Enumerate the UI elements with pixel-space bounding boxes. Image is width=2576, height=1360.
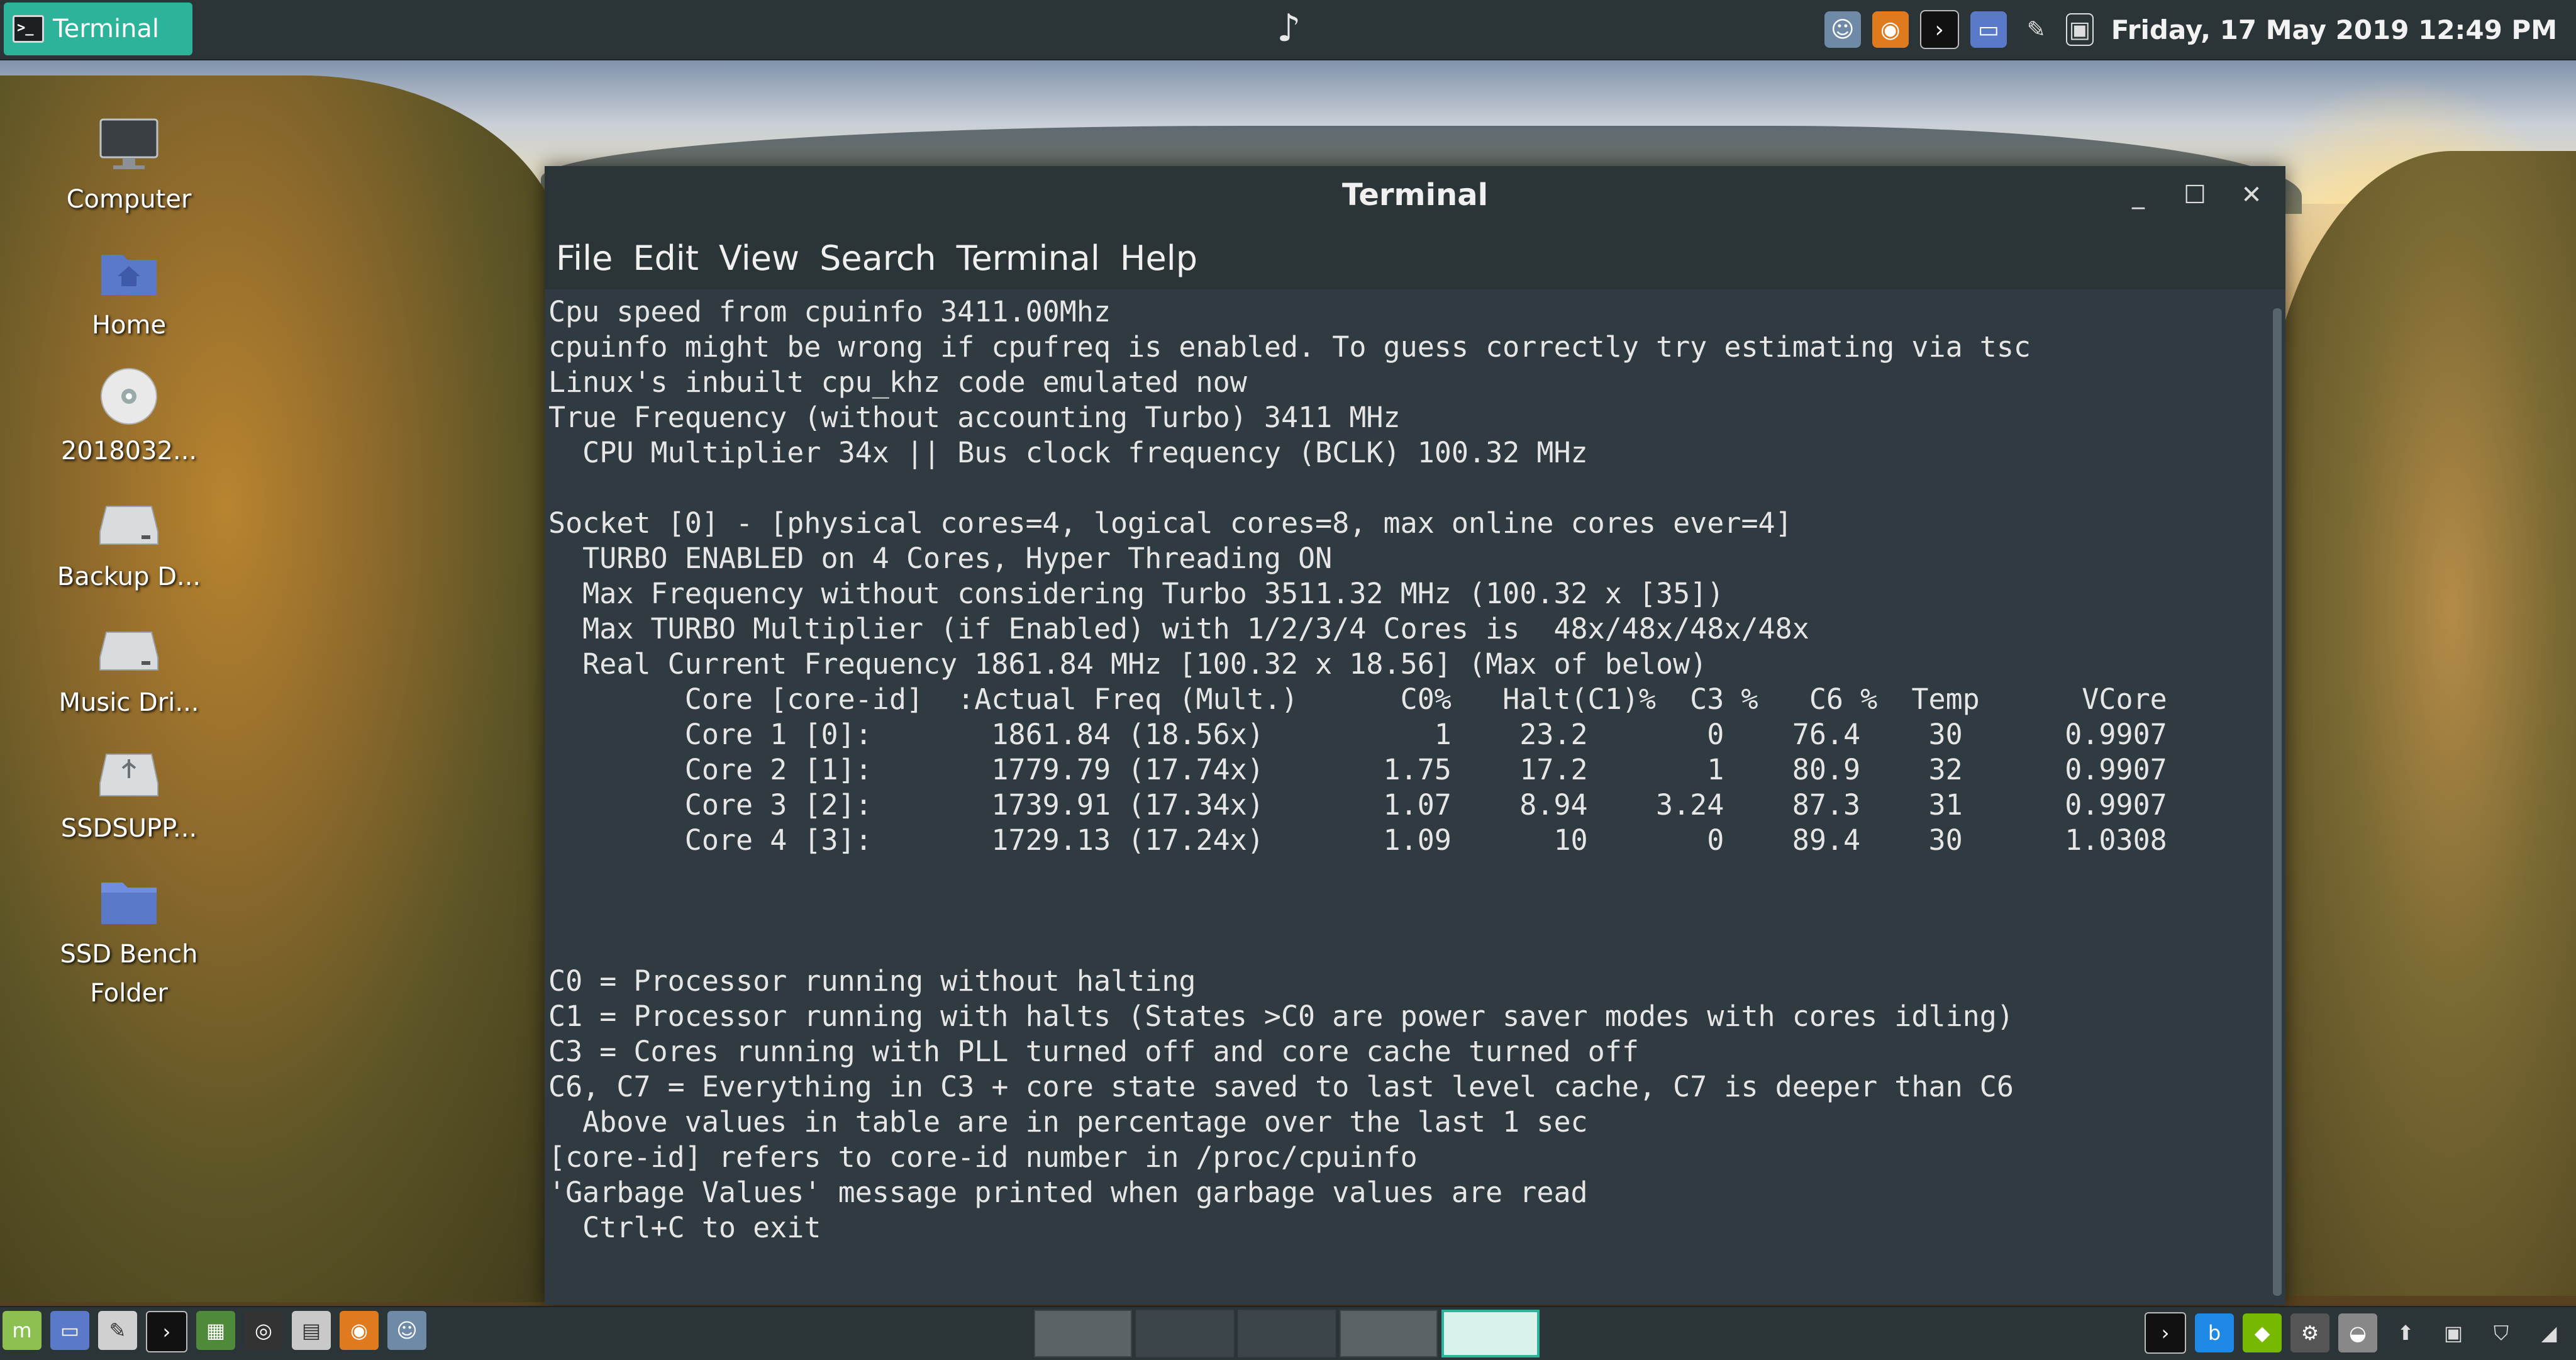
bottom-panel: m ▭ ✎ › ▦ ◎ ▤ ◉ ☺ › b ◆ ⚙ ◒ ⬆ ▣ ⛉ ◢ [0, 1306, 2576, 1360]
folder-icon[interactable]: ▭ [1970, 11, 2007, 48]
taskbar-terminal-label: Terminal [53, 14, 160, 43]
workspace-switcher [1034, 1310, 1540, 1357]
menu-help[interactable]: Help [1120, 238, 1197, 278]
workspace-2[interactable] [1136, 1310, 1234, 1357]
terminal-icon: >_ [13, 15, 44, 43]
people-icon[interactable]: ☺ [1824, 11, 1861, 48]
terminal-icon[interactable]: › [2145, 1312, 2186, 1354]
bottom-tray: › b ◆ ⚙ ◒ ⬆ ▣ ⛉ ◢ [2145, 1312, 2568, 1354]
desktop-label: 2018032... [60, 437, 197, 465]
nvidia-icon[interactable]: ◆ [2243, 1313, 2282, 1352]
scrollbar[interactable] [2273, 308, 2282, 1296]
drive-icon [97, 616, 160, 679]
disc-icon [97, 365, 160, 428]
usb-icon[interactable]: ▣ [2434, 1313, 2473, 1352]
taskbar-terminal-button[interactable]: >_ Terminal [4, 3, 192, 55]
desktop-item-home[interactable]: Home [19, 239, 239, 345]
desktop-item-ssd-bench-folder[interactable]: SSD Bench Folder [19, 868, 239, 1013]
wallpaper-right-hill [2264, 151, 2576, 1296]
terminal-icon[interactable]: › [146, 1311, 187, 1352]
terminal-output: Cpu speed from cpuinfo 3411.00Mhz cpuinf… [548, 295, 2167, 1244]
workspace-3[interactable] [1238, 1310, 1336, 1357]
window-titlebar[interactable]: Terminal _ ☐ ✕ [545, 166, 2285, 226]
menu-view[interactable]: View [719, 238, 799, 278]
archive-icon[interactable]: ▤ [292, 1311, 331, 1350]
menu-file[interactable]: File [556, 238, 613, 278]
menu-edit[interactable]: Edit [633, 238, 699, 278]
window-title: Terminal [1341, 177, 1489, 213]
desktop-item-computer[interactable]: Computer [19, 113, 239, 219]
screenshot-icon[interactable]: ☺ [387, 1311, 426, 1350]
maximize-icon[interactable]: ☐ [2176, 176, 2214, 214]
upload-icon[interactable]: ⬆ [2386, 1313, 2425, 1352]
mint-menu-icon[interactable]: m [3, 1311, 42, 1350]
computer-icon [97, 113, 160, 176]
desktop-item-backup-drive[interactable]: Backup D... [19, 491, 239, 596]
disk-pro-icon[interactable]: ◒ [2338, 1313, 2377, 1352]
text-editor-icon[interactable]: ✎ [98, 1311, 137, 1350]
desktop-item-ssd-support[interactable]: SSDSUPP... [19, 742, 239, 848]
desktop-item-music-drive[interactable]: Music Dri... [19, 616, 239, 722]
window-controls: _ ☐ ✕ [2119, 176, 2270, 214]
terminal-output-area[interactable]: Cpu speed from cpuinfo 3411.00Mhz cpuinf… [545, 289, 2285, 1305]
shield-icon[interactable]: ⛉ [2482, 1313, 2521, 1352]
workspace-5[interactable] [1441, 1310, 1540, 1357]
music-note-icon[interactable]: ♪ [1277, 6, 1301, 50]
system-monitor-icon[interactable]: ▦ [196, 1311, 235, 1350]
desktop-label: Music Dri... [58, 688, 199, 717]
settings-icon[interactable]: ⚙ [2290, 1313, 2329, 1352]
terminal-icon[interactable]: › [1919, 10, 1959, 49]
workspace-1[interactable] [1034, 1310, 1132, 1357]
clock[interactable]: Friday, 17 May 2019 12:49 PM [2111, 14, 2557, 45]
launchers: m ▭ ✎ › ▦ ◎ ▤ ◉ ☺ [3, 1311, 426, 1352]
menu-terminal[interactable]: Terminal [957, 238, 1100, 278]
desktop-label: Backup D... [57, 562, 201, 591]
firefox-icon[interactable]: ◉ [1872, 11, 1909, 48]
top-tray: ☺ ◉ › ▭ ✎ ▣ Friday, 17 May 2019 12:49 PM [1824, 9, 2557, 50]
terminal-window: Terminal _ ☐ ✕ File Edit View Search Ter… [545, 166, 2285, 1305]
desktop-label: Computer [66, 185, 192, 214]
firefox-icon[interactable]: ◉ [340, 1311, 379, 1350]
desktop-label: SSDSUPP... [60, 814, 197, 843]
pen-icon[interactable]: ✎ [2018, 11, 2055, 48]
drive-icon [97, 491, 160, 554]
home-folder-icon [97, 239, 160, 302]
usb-drive-icon [97, 742, 160, 805]
network-icon[interactable]: ◢ [2529, 1313, 2568, 1352]
desktop-icons: Computer Home 2018032... Backup D... Mus… [19, 113, 239, 1033]
close-icon[interactable]: ✕ [2233, 176, 2270, 214]
screenshot-icon[interactable]: ▣ [2065, 13, 2094, 46]
desktop-label-line2: Folder [90, 979, 168, 1008]
bing-icon[interactable]: b [2195, 1313, 2234, 1352]
folder-icon [97, 868, 160, 931]
menu-search[interactable]: Search [819, 238, 936, 278]
workspace-4[interactable] [1340, 1310, 1438, 1357]
menubar: File Edit View Search Terminal Help [545, 226, 2285, 289]
disc-burner-icon[interactable]: ◎ [244, 1311, 283, 1350]
desktop-item-disc[interactable]: 2018032... [19, 365, 239, 471]
desktop-label: SSD Bench Folder [19, 935, 239, 1013]
top-panel: >_ Terminal ♪ ☺ ◉ › ▭ ✎ ▣ Friday, 17 May… [0, 0, 2576, 60]
minimize-icon[interactable]: _ [2119, 176, 2157, 214]
desktop-label-line1: SSD Bench [60, 940, 198, 969]
desktop-label: Home [91, 311, 167, 340]
files-icon[interactable]: ▭ [50, 1311, 89, 1350]
